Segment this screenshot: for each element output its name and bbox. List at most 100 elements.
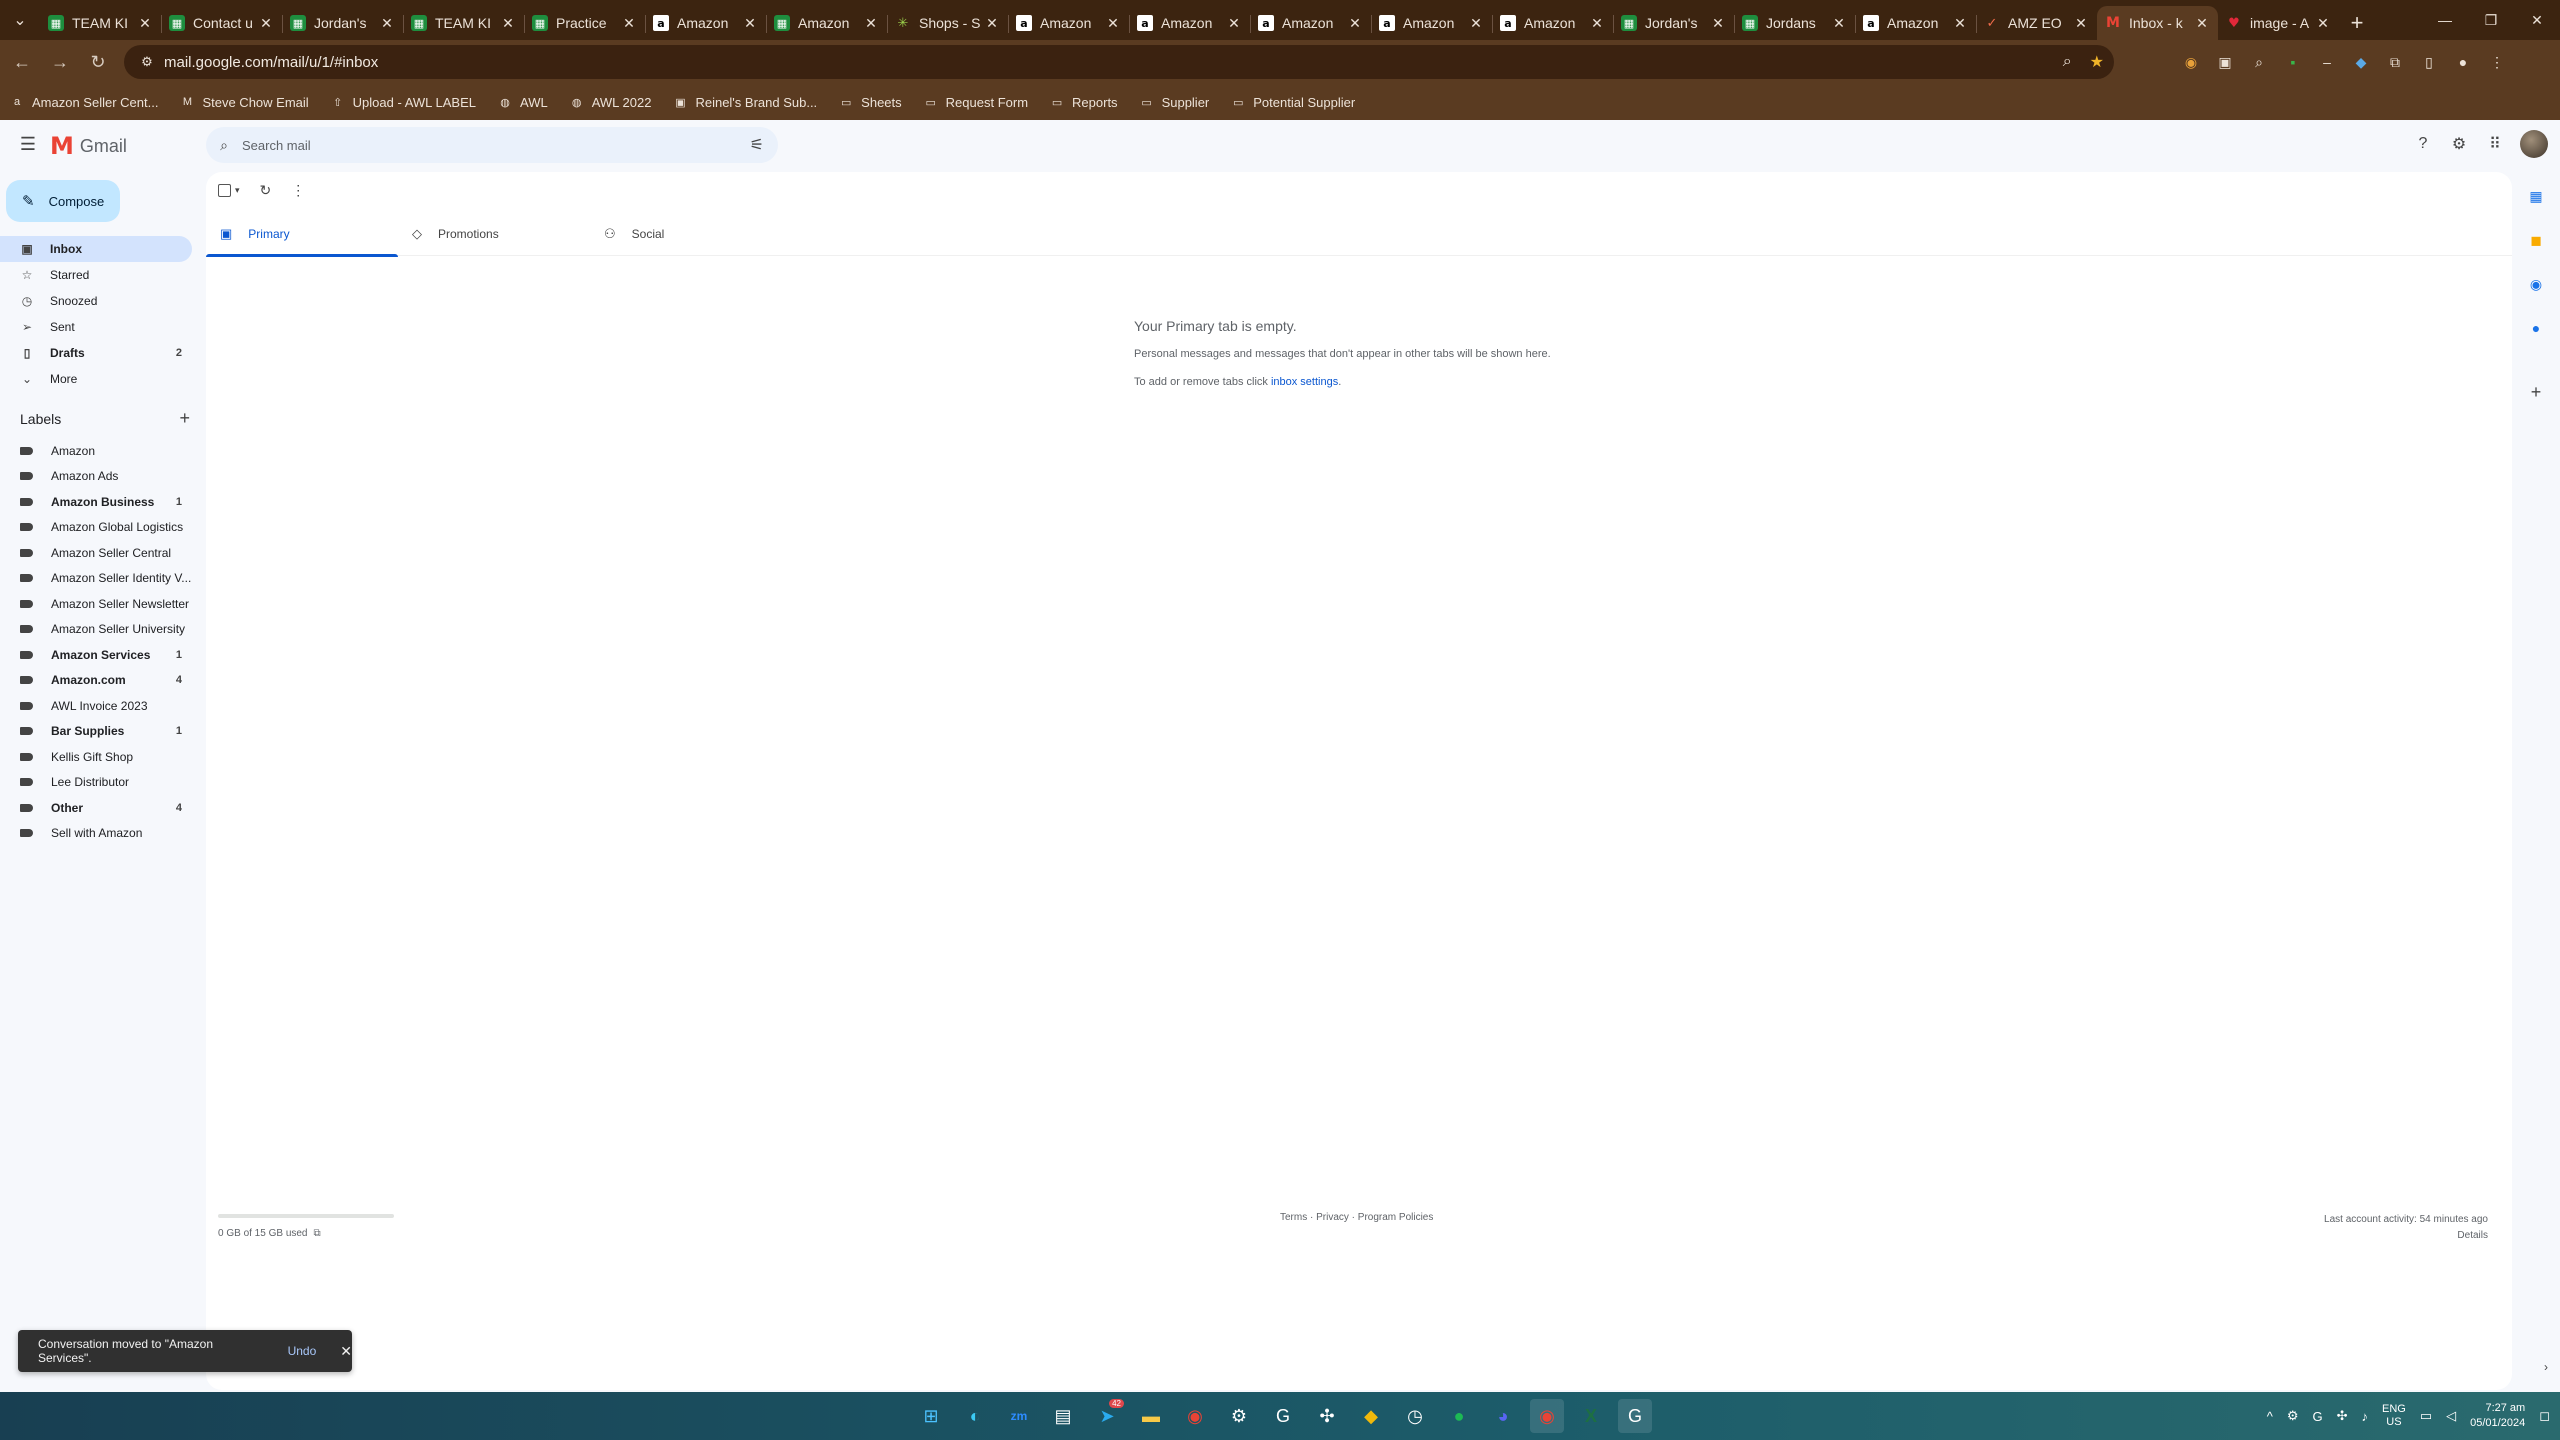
label-item[interactable]: Bar Supplies 1	[0, 719, 192, 745]
browser-tab[interactable]: ▦ Contact u ✕	[161, 6, 282, 40]
open-storage-icon[interactable]: ⧉	[314, 1228, 321, 1239]
language-indicator[interactable]: ENG US	[2382, 1403, 2406, 1429]
browser-tab[interactable]: M Inbox - k ✕	[2097, 6, 2218, 40]
tab-social[interactable]: ⚇ Social	[590, 212, 782, 256]
site-info-icon[interactable]: ⚙	[132, 54, 162, 70]
extension-dash-icon[interactable]: –	[2316, 51, 2338, 73]
show-hidden-icons-icon[interactable]: ^	[2267, 1409, 2273, 1424]
expand-panel-icon[interactable]: ›	[2544, 1360, 2548, 1374]
sidebar-item-more[interactable]: ⌄ More	[0, 366, 192, 392]
extension-chrome-icon[interactable]: ◉	[2180, 51, 2202, 73]
sidebar-item-inbox[interactable]: ▣ Inbox	[0, 236, 192, 262]
steam-tray-icon[interactable]: ⚙	[2287, 1408, 2299, 1424]
gmail-logo[interactable]: M Gmail	[50, 134, 127, 158]
contacts-icon[interactable]: ●	[2526, 318, 2546, 338]
tab-promotions[interactable]: ◇ Promotions	[398, 212, 590, 256]
bookmark-item[interactable]: a Amazon Seller Cent...	[10, 95, 159, 110]
tab-close-icon[interactable]: ✕	[379, 15, 395, 32]
spotify-icon[interactable]: ●	[1442, 1399, 1476, 1433]
label-item[interactable]: Amazon Business 1	[0, 489, 192, 515]
label-item[interactable]: Kellis Gift Shop	[0, 744, 192, 770]
tab-close-icon[interactable]: ✕	[984, 15, 1000, 32]
network-icon[interactable]: ▭	[2420, 1408, 2432, 1424]
tab-close-icon[interactable]: ✕	[258, 15, 274, 32]
label-item[interactable]: Amazon.com 4	[0, 668, 192, 694]
inbox-settings-link[interactable]: inbox settings	[1271, 376, 1338, 388]
tab-close-icon[interactable]: ✕	[1710, 15, 1726, 32]
bookmark-item[interactable]: M Steve Chow Email	[180, 95, 309, 110]
app-g-active-icon[interactable]: G	[1618, 1399, 1652, 1433]
edge-icon[interactable]: ◐	[958, 1399, 992, 1433]
label-item[interactable]: Amazon Global Logistics	[0, 515, 192, 541]
tab-close-icon[interactable]: ✕	[2073, 15, 2089, 32]
microphone-icon[interactable]: ♪	[2362, 1409, 2369, 1424]
telegram-icon[interactable]: ➤ 42	[1090, 1399, 1124, 1433]
undo-button[interactable]: Undo	[288, 1344, 317, 1358]
search-bar[interactable]: ⌕ Search mail ⚟	[206, 127, 778, 163]
sidebar-item-drafts[interactable]: ▯ Drafts 2	[0, 340, 192, 366]
notifications-icon[interactable]: ◻	[2539, 1408, 2550, 1424]
label-item[interactable]: Lee Distributor	[0, 770, 192, 796]
more-options-icon[interactable]: ⋮	[291, 182, 305, 199]
extension-blue-icon[interactable]: ◆	[2350, 51, 2372, 73]
bookmark-item[interactable]: ◍ AWL	[498, 95, 548, 110]
zoom-icon[interactable]: ⌕	[2063, 53, 2072, 71]
browser-tab[interactable]: ▦ Practice ✕	[524, 6, 645, 40]
start-icon[interactable]: ⊞	[914, 1399, 948, 1433]
tab-close-icon[interactable]: ✕	[742, 15, 758, 32]
compose-button[interactable]: ✎ Compose	[6, 180, 120, 222]
bookmark-star-icon[interactable]: ★	[2090, 52, 2104, 72]
forward-icon[interactable]: →	[44, 46, 76, 78]
address-bar[interactable]: ⚙ mail.google.com/mail/u/1/#inbox ⌕ ★	[124, 45, 2114, 79]
tab-close-icon[interactable]: ✕	[137, 15, 153, 32]
tab-close-icon[interactable]: ✕	[1347, 15, 1363, 32]
tab-primary[interactable]: ▣ Primary	[206, 212, 398, 257]
file-explorer-icon[interactable]: ▬	[1134, 1399, 1168, 1433]
settings-gear-icon[interactable]: ⚙	[2448, 133, 2470, 155]
tab-close-icon[interactable]: ✕	[2194, 15, 2210, 32]
browser-tab[interactable]: ✓ AMZ EO ✕	[1976, 6, 2097, 40]
select-all-checkbox[interactable]: ▾	[218, 184, 240, 197]
search-icon[interactable]: ⌕	[206, 137, 242, 154]
browser-tab[interactable]: a Amazon ✕	[1250, 6, 1371, 40]
tab-close-icon[interactable]: ✕	[1589, 15, 1605, 32]
tab-close-icon[interactable]: ✕	[1105, 15, 1121, 32]
profile-icon[interactable]: ●	[2452, 51, 2474, 73]
program-policies[interactable]: Terms · Privacy · Program Policies	[1280, 1212, 1433, 1223]
tab-close-icon[interactable]: ✕	[1952, 15, 1968, 32]
extensions-puzzle-icon[interactable]: ⧉	[2384, 51, 2406, 73]
label-item[interactable]: Amazon Seller University	[0, 617, 192, 643]
details-link[interactable]: Details	[2324, 1228, 2488, 1244]
label-item[interactable]: Amazon Seller Central	[0, 540, 192, 566]
tab-close-icon[interactable]: ✕	[1831, 15, 1847, 32]
browser-tab[interactable]: ▦ Jordans ✕	[1734, 6, 1855, 40]
tab-close-icon[interactable]: ✕	[500, 15, 516, 32]
apps-grid-icon[interactable]: ⠿	[2484, 133, 2506, 155]
bookmark-item[interactable]: ▭ Sheets	[839, 95, 902, 110]
main-menu-icon[interactable]: ☰	[16, 132, 40, 156]
create-label-icon[interactable]: +	[179, 408, 190, 429]
zoom-app-icon[interactable]: zm	[1002, 1399, 1036, 1433]
label-item[interactable]: Other 4	[0, 795, 192, 821]
bookmark-item[interactable]: ▣ Reinel's Brand Sub...	[673, 95, 817, 110]
browser-tab[interactable]: ✳ Shops - S ✕	[887, 6, 1008, 40]
label-item[interactable]: Amazon	[0, 438, 192, 464]
tab-close-icon[interactable]: ✕	[863, 15, 879, 32]
calendar-icon[interactable]: ▦	[2526, 186, 2546, 206]
excel-icon[interactable]: X	[1574, 1399, 1608, 1433]
chrome-profile-icon[interactable]: ◉	[1530, 1399, 1564, 1433]
tab-close-icon[interactable]: ✕	[621, 15, 637, 32]
calculator-icon[interactable]: ▤	[1046, 1399, 1080, 1433]
browser-tab[interactable]: ♥ image - A ✕	[2218, 6, 2339, 40]
search-input[interactable]: Search mail	[242, 138, 311, 153]
steam-like-icon[interactable]: ⚙	[1222, 1399, 1256, 1433]
browser-tab[interactable]: a Amazon ✕	[1008, 6, 1129, 40]
minimize-icon[interactable]: —	[2422, 0, 2468, 40]
bookmark-item[interactable]: ▭ Supplier	[1140, 95, 1209, 110]
browser-tab[interactable]: a Amazon ✕	[1129, 6, 1250, 40]
binance-icon[interactable]: ◆	[1354, 1399, 1388, 1433]
add-addon-icon[interactable]: +	[2526, 382, 2546, 402]
browser-tab[interactable]: a Amazon ✕	[1371, 6, 1492, 40]
browser-tab[interactable]: a Amazon ✕	[645, 6, 766, 40]
extension-search-icon[interactable]: ⌕	[2248, 51, 2270, 73]
